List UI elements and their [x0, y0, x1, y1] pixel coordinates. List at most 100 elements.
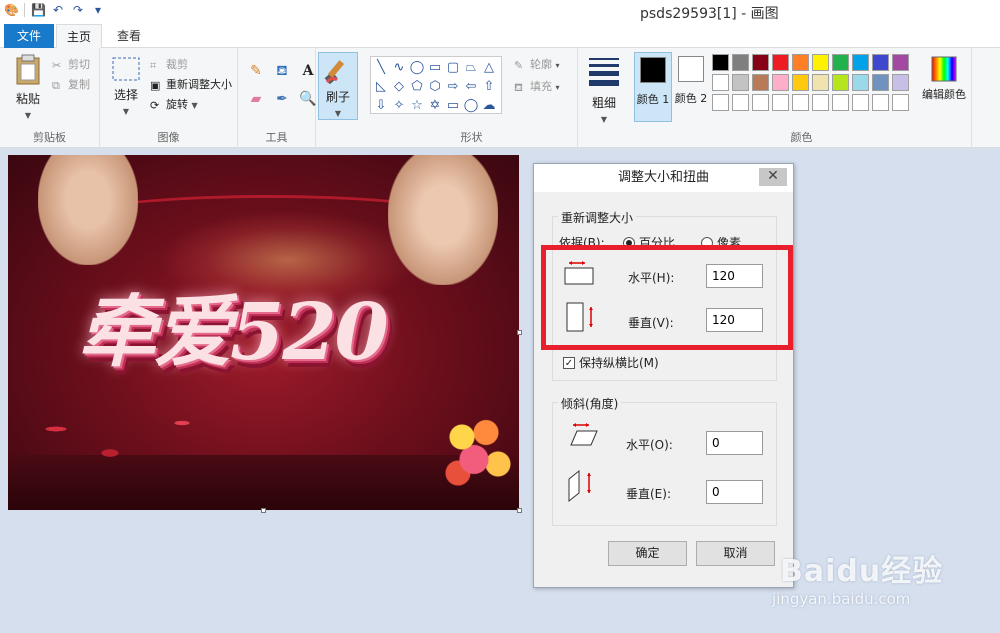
brush-icon — [324, 60, 345, 85]
tab-home[interactable]: 主页 — [56, 24, 102, 49]
five-point-star-shape-icon[interactable]: ☆ — [408, 96, 426, 115]
callout-oval-shape-icon[interactable]: ◯ — [462, 96, 480, 115]
redo-icon[interactable]: ↷ — [71, 3, 85, 17]
polygon-shape-icon[interactable]: ⏢ — [462, 58, 480, 77]
palette-swatch[interactable] — [732, 94, 749, 111]
save-icon[interactable]: 💾 — [31, 3, 46, 17]
fill-button[interactable]: ⛾ 填充 ▾ — [514, 78, 560, 94]
palette-swatch[interactable] — [852, 94, 869, 111]
palette-swatch[interactable] — [812, 94, 829, 111]
rounded-rectangle-shape-icon[interactable]: ▢ — [444, 58, 462, 77]
fill-icon: ⛾ — [514, 81, 523, 94]
paste-button[interactable]: 粘贴 ▼ — [8, 54, 48, 121]
color2-label: 颜色 2 — [674, 92, 708, 105]
palette-swatch[interactable] — [712, 94, 729, 111]
pentagon-shape-icon[interactable]: ⬠ — [408, 77, 426, 96]
color-palette — [712, 54, 909, 111]
palette-swatch[interactable] — [792, 74, 809, 91]
cut-label: 剪切 — [68, 58, 90, 71]
color1-button[interactable]: 颜色 1 — [634, 52, 672, 122]
right-triangle-shape-icon[interactable]: ◺ — [372, 77, 390, 96]
palette-swatch[interactable] — [772, 94, 789, 111]
colors-group-label: 颜色 — [790, 131, 813, 144]
palette-swatch[interactable] — [732, 74, 749, 91]
paint-app-icon[interactable]: 🎨 — [4, 3, 19, 17]
tab-view[interactable]: 查看 — [106, 24, 152, 48]
magnifier-icon[interactable]: 🔍 — [298, 90, 318, 108]
skew-horizontal-input[interactable] — [706, 431, 763, 455]
palette-swatch[interactable] — [872, 94, 889, 111]
palette-swatch[interactable] — [792, 54, 809, 71]
palette-swatch[interactable] — [772, 74, 789, 91]
tab-file[interactable]: 文件 — [4, 24, 54, 48]
palette-swatch[interactable] — [732, 54, 749, 71]
size-button[interactable]: 粗细 ▼ — [584, 56, 624, 125]
resize-button[interactable]: ▣ 重新调整大小 — [150, 76, 232, 92]
line-shape-icon[interactable]: ╲ — [372, 58, 390, 77]
ribbon: 粘贴 ▼ ✂ 剪切 ⧉ 复制 剪贴板 选择 ▼ ⌗ 裁剪 ▣ 重新调整大小 ⟳ 旋转 ▼ 图像… — [0, 48, 1000, 148]
palette-swatch[interactable] — [752, 74, 769, 91]
skew-vertical-input[interactable] — [706, 480, 763, 504]
skew-horizontal-label: 水平(O): — [626, 438, 673, 452]
palette-swatch[interactable] — [752, 94, 769, 111]
copy-button[interactable]: ⧉ 复制 — [52, 76, 90, 92]
oval-shape-icon[interactable]: ◯ — [408, 58, 426, 77]
crop-button[interactable]: ⌗ 裁剪 — [150, 56, 188, 72]
copy-label: 复制 — [68, 78, 90, 91]
outline-button[interactable]: ✎ 轮廓 ▾ — [514, 56, 560, 72]
palette-swatch[interactable] — [712, 74, 729, 91]
color2-button[interactable]: 颜色 2 — [672, 52, 710, 122]
right-arrow-shape-icon[interactable]: ⇨ — [444, 77, 462, 96]
up-arrow-shape-icon[interactable]: ⇧ — [480, 77, 498, 96]
palette-swatch[interactable] — [712, 54, 729, 71]
six-point-star-shape-icon[interactable]: ✡ — [426, 96, 444, 115]
palette-swatch[interactable] — [832, 54, 849, 71]
brushes-button[interactable]: 刷子 ▼ — [318, 52, 358, 120]
resize-handle-bottom[interactable] — [261, 508, 266, 513]
palette-swatch[interactable] — [752, 54, 769, 71]
keep-aspect-ratio-checkbox[interactable]: ✓ 保持纵横比(M) — [563, 354, 659, 371]
palette-swatch[interactable] — [892, 94, 909, 111]
four-point-star-shape-icon[interactable]: ✧ — [390, 96, 408, 115]
eraser-icon[interactable]: ▰ — [246, 90, 266, 108]
palette-swatch[interactable] — [832, 74, 849, 91]
callout-cloud-shape-icon[interactable]: ☁ — [480, 96, 498, 115]
palette-swatch[interactable] — [852, 74, 869, 91]
palette-swatch[interactable] — [812, 54, 829, 71]
rectangle-shape-icon[interactable]: ▭ — [426, 58, 444, 77]
palette-swatch[interactable] — [892, 74, 909, 91]
palette-swatch[interactable] — [872, 74, 889, 91]
close-icon[interactable]: ✕ — [759, 168, 787, 186]
palette-swatch[interactable] — [772, 54, 789, 71]
palette-swatch[interactable] — [792, 94, 809, 111]
cut-button[interactable]: ✂ 剪切 — [52, 56, 90, 72]
palette-swatch[interactable] — [832, 94, 849, 111]
left-arrow-shape-icon[interactable]: ⇦ — [462, 77, 480, 96]
palette-swatch[interactable] — [812, 74, 829, 91]
palette-swatch[interactable] — [852, 54, 869, 71]
rotate-button[interactable]: ⟳ 旋转 ▼ — [150, 96, 198, 112]
color-picker-icon[interactable]: ✒ — [272, 90, 292, 108]
undo-icon[interactable]: ↶ — [51, 3, 65, 17]
callout-rect-shape-icon[interactable]: ▭ — [444, 96, 462, 115]
diamond-shape-icon[interactable]: ◇ — [390, 77, 408, 96]
image-group-label: 图像 — [157, 131, 180, 144]
palette-swatch[interactable] — [872, 54, 889, 71]
palette-swatch[interactable] — [892, 54, 909, 71]
resize-handle-right[interactable] — [517, 330, 522, 335]
ok-button[interactable]: 确定 — [608, 541, 687, 566]
resize-handle-corner[interactable] — [517, 508, 522, 513]
canvas-image[interactable]: 牵爱520 — [8, 155, 519, 510]
triangle-shape-icon[interactable]: △ — [480, 58, 498, 77]
curve-shape-icon[interactable]: ∿ — [390, 58, 408, 77]
hexagon-shape-icon[interactable]: ⬡ — [426, 77, 444, 96]
down-arrow-shape-icon[interactable]: ⇩ — [372, 96, 390, 115]
crop-label: 裁剪 — [166, 58, 188, 71]
edit-colors-button[interactable]: 编辑颜色 — [918, 56, 970, 102]
fill-bucket-icon[interactable]: ⛾ — [272, 62, 292, 80]
pencil-icon[interactable]: ✎ — [246, 62, 266, 80]
select-button[interactable]: 选择 ▼ — [106, 56, 146, 117]
crop-icon: ⌗ — [150, 59, 157, 72]
customize-qat-icon[interactable]: ▾ — [91, 3, 105, 17]
text-icon[interactable]: A — [298, 62, 318, 80]
